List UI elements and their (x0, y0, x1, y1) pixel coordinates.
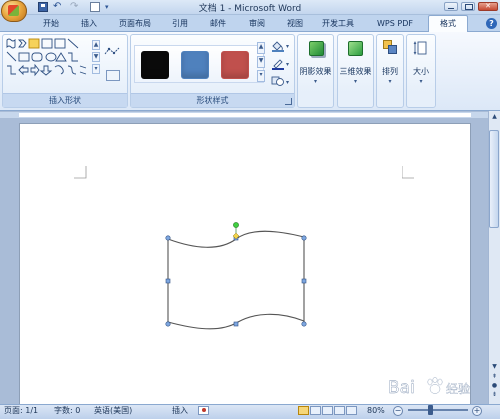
gallery-expand[interactable]: ▾ (92, 64, 100, 74)
arrange-icon (383, 40, 398, 55)
tab-format[interactable]: 格式 (428, 15, 468, 32)
styles-scroll-down[interactable]: ▼ (257, 56, 265, 68)
zoom-out-icon[interactable]: − (393, 406, 403, 416)
3d-effects-icon (348, 41, 363, 56)
tab-developer[interactable]: 开发工具 (315, 17, 361, 31)
handle-left[interactable] (165, 278, 171, 284)
zoom-slider[interactable] (408, 409, 468, 411)
margin-corner-top-right (401, 166, 415, 179)
scroll-up-icon[interactable]: ▲ (490, 112, 499, 121)
baidu-watermark: Bai 经验 (386, 374, 486, 398)
svg-text:Bai: Bai (388, 378, 415, 398)
gallery-scroll-up[interactable]: ▲ (92, 40, 100, 50)
tab-home[interactable]: 开始 (34, 17, 68, 31)
edit-points-icon (104, 47, 120, 55)
scroll-down-icon[interactable]: ▼ (490, 362, 499, 371)
gallery-scroll-down[interactable]: ▼ (92, 52, 100, 62)
close-button[interactable]: ✕ (478, 2, 498, 11)
office-logo-icon (8, 5, 19, 16)
svg-text:▾: ▾ (286, 61, 289, 68)
styles-scroll-up[interactable]: ▲ (257, 42, 265, 54)
minimize-button[interactable] (444, 2, 458, 11)
status-page[interactable]: 页面: 1/1 (4, 406, 38, 416)
scroll-thumb[interactable] (489, 130, 499, 228)
pen-outline-icon: ▾ (272, 59, 289, 70)
shadow-effects-label: 阴影效果 (299, 67, 332, 76)
handle-top-left[interactable] (165, 235, 171, 241)
view-full-screen-icon[interactable] (310, 406, 321, 415)
wave-shape[interactable] (167, 230, 305, 330)
edit-shape-icon[interactable] (104, 46, 122, 58)
styles-expand[interactable]: ▾ (257, 70, 265, 82)
handle-bottom-left[interactable] (165, 321, 171, 327)
view-draft-icon[interactable] (346, 406, 357, 415)
paint-bucket-icon: ▾ (272, 41, 289, 52)
tab-insert[interactable]: 插入 (72, 17, 106, 31)
style-swatch-red[interactable] (221, 51, 249, 79)
office-button[interactable] (1, 0, 27, 22)
shapes-gallery[interactable] (6, 38, 96, 86)
help-icon[interactable]: ? (486, 18, 497, 29)
group-shape-styles-label: 形状样式 (131, 93, 294, 107)
svg-text:▾: ▾ (286, 79, 289, 86)
status-words[interactable]: 字数: 0 (54, 406, 80, 416)
zoom-slider-thumb[interactable] (428, 405, 433, 415)
ruler (0, 111, 488, 118)
macro-record-icon[interactable] (198, 406, 209, 415)
3d-effects-dropdown-icon: ▾ (353, 78, 357, 85)
zoom-level[interactable]: 80% (367, 406, 385, 416)
group-insert-shapes-label: 插入形状 (3, 93, 127, 107)
size-icon (413, 40, 428, 56)
change-shape-button[interactable]: ▾ (270, 75, 292, 87)
shadow-effects-dropdown-icon: ▾ (313, 78, 317, 85)
style-swatch-black[interactable] (141, 51, 169, 79)
handle-right[interactable] (301, 278, 307, 284)
status-insert-mode[interactable]: 插入 (172, 406, 188, 416)
handle-bottom-right[interactable] (301, 321, 307, 327)
text-box-icon[interactable] (106, 70, 120, 81)
view-outline-icon[interactable] (334, 406, 345, 415)
3d-effects-label: 三维效果 (339, 67, 372, 76)
size-label: 大小 (413, 67, 429, 76)
shape-fill-button[interactable]: ▾ (270, 40, 292, 52)
style-swatch-blue[interactable] (181, 51, 209, 79)
arrange-label: 排列 (382, 67, 398, 76)
svg-text:经验: 经验 (446, 381, 470, 396)
zoom-in-icon[interactable]: + (472, 406, 482, 416)
handle-top-right[interactable] (301, 235, 307, 241)
shadow-effects-icon (309, 41, 324, 56)
status-language[interactable]: 英语(美国) (94, 406, 132, 416)
change-shape-icon: ▾ (271, 76, 289, 86)
rotation-handle[interactable] (233, 222, 239, 228)
tab-page-layout[interactable]: 页面布局 (112, 17, 158, 31)
tab-references[interactable]: 引用 (164, 17, 196, 31)
maximize-button[interactable] (461, 2, 475, 11)
margin-corner-top-left (74, 166, 87, 179)
next-page-icon[interactable]: ⇟ (490, 390, 499, 399)
tab-mailings[interactable]: 邮件 (201, 17, 235, 31)
shape-outline-button[interactable]: ▾ (270, 58, 292, 70)
view-print-layout-icon[interactable] (298, 406, 309, 415)
browse-object-icon[interactable]: ● (490, 381, 499, 390)
svg-text:▾: ▾ (286, 43, 289, 50)
wave-shape-canvas[interactable] (160, 218, 314, 332)
shape-styles-launcher-icon[interactable] (285, 98, 292, 105)
prev-page-icon[interactable]: ⇞ (490, 372, 499, 381)
tab-wps-pdf[interactable]: WPS PDF (370, 17, 420, 31)
tab-view[interactable]: 视图 (278, 17, 312, 31)
window-title: 文档 1 - Microsoft Word (198, 4, 302, 14)
size-dropdown-icon: ▾ (419, 78, 423, 85)
view-web-layout-icon[interactable] (322, 406, 333, 415)
shapes-gallery-icons (6, 38, 87, 77)
handle-bottom[interactable] (233, 321, 239, 327)
arrange-dropdown-icon: ▾ (388, 78, 392, 85)
tab-review[interactable]: 审阅 (240, 17, 274, 31)
